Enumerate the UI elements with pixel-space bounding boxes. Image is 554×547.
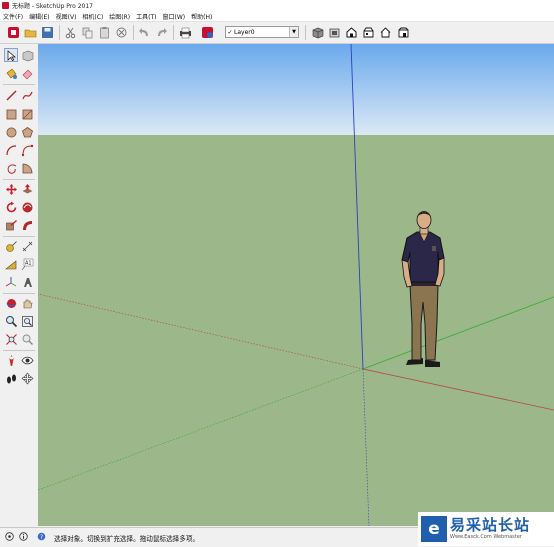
iso-view-icon[interactable]: [310, 25, 324, 39]
tape-measure-icon[interactable]: [4, 239, 18, 253]
help-icon[interactable]: ?: [37, 532, 46, 541]
left-toolbar: A1: [0, 44, 39, 526]
3d-viewport[interactable]: [38, 44, 554, 526]
3d-text-icon[interactable]: [20, 275, 34, 289]
previous-view-icon[interactable]: [20, 332, 34, 346]
new-file-icon[interactable]: [6, 25, 20, 39]
zoom-extents-icon[interactable]: [4, 332, 18, 346]
menu-file[interactable]: 文件(F): [0, 12, 26, 21]
current-layer-check: ✓: [227, 28, 233, 36]
title-bar: 无标题 - SketchUp Pro 2017: [0, 0, 554, 11]
paint-bucket-icon[interactable]: [4, 66, 18, 80]
pan-tool-icon[interactable]: [20, 296, 34, 310]
svg-text:A1: A1: [25, 260, 32, 266]
left-view-icon[interactable]: [396, 25, 410, 39]
freehand-tool-icon[interactable]: [20, 88, 34, 102]
layer-dropdown-arrow-icon[interactable]: ▼: [289, 27, 298, 37]
select-tool-icon[interactable]: [4, 48, 18, 62]
current-layer-name: Layer0: [234, 28, 255, 36]
axes-tool-icon[interactable]: [4, 275, 18, 289]
rotated-rectangle-icon[interactable]: [20, 107, 34, 121]
text-tool-icon[interactable]: A1: [20, 257, 34, 271]
redo-icon[interactable]: [154, 25, 168, 39]
orbit-tool-icon[interactable]: [4, 296, 18, 310]
rectangle-tool-icon[interactable]: [4, 107, 18, 121]
make-component-icon[interactable]: [20, 48, 34, 62]
watermark-title: 易采站长站: [450, 516, 531, 534]
save-icon[interactable]: [40, 25, 54, 39]
dimension-tool-icon[interactable]: [20, 239, 34, 253]
look-around-icon[interactable]: [20, 353, 34, 367]
credits-info-icon[interactable]: [19, 532, 28, 541]
polygon-tool-icon[interactable]: [20, 125, 34, 139]
site-watermark: e 易采站长站 Www.Easck.Com Webmaster: [418, 512, 554, 546]
cut-icon[interactable]: [63, 25, 77, 39]
ground-plane: [38, 135, 554, 526]
status-message: 选择对象。切换到扩充选择。拖动鼠标选择多项。: [54, 535, 200, 543]
menu-edit[interactable]: 编辑(E): [26, 12, 52, 21]
menu-tools[interactable]: 工具(T): [133, 12, 159, 21]
open-folder-icon[interactable]: [23, 25, 37, 39]
line-tool-icon[interactable]: [4, 88, 18, 102]
follow-me-icon[interactable]: [20, 200, 34, 214]
sketchup-app-icon: [2, 2, 9, 9]
menu-help[interactable]: 帮助(H): [188, 12, 215, 21]
move-tool-icon[interactable]: [4, 182, 18, 196]
push-pull-icon[interactable]: [20, 182, 34, 196]
back-view-icon[interactable]: [378, 25, 392, 39]
window-title: 无标题 - SketchUp Pro 2017: [12, 3, 93, 10]
front-view-icon[interactable]: [344, 25, 358, 39]
viewport-canvas[interactable]: [38, 44, 554, 526]
position-camera-icon[interactable]: [4, 353, 18, 367]
two-point-arc-icon[interactable]: [20, 143, 34, 157]
pie-tool-icon[interactable]: [20, 161, 34, 175]
menu-camera[interactable]: 相机(C): [79, 12, 106, 21]
geo-location-icon[interactable]: [5, 532, 14, 541]
zoom-tool-icon[interactable]: [4, 314, 18, 328]
watermark-url: Www.Easck.Com Webmaster: [450, 534, 522, 540]
scale-tool-icon[interactable]: [4, 218, 18, 232]
svg-text:?: ?: [40, 534, 43, 541]
rotate-tool-icon[interactable]: [4, 200, 18, 214]
three-point-arc-icon[interactable]: [4, 161, 18, 175]
offset-tool-icon[interactable]: [20, 218, 34, 232]
menu-bar: 文件(F) 编辑(E) 视图(V) 相机(C) 绘图(R) 工具(T) 窗口(W…: [0, 11, 554, 22]
layer-selector[interactable]: ✓ Layer0 ▼: [225, 26, 299, 38]
top-view-icon[interactable]: [327, 25, 341, 39]
right-view-icon[interactable]: [361, 25, 375, 39]
print-icon[interactable]: [178, 25, 192, 39]
watermark-logo-glyph: e: [428, 519, 440, 539]
menu-window[interactable]: 窗口(W): [160, 12, 189, 21]
circle-tool-icon[interactable]: [4, 125, 18, 139]
protractor-icon[interactable]: [4, 257, 18, 271]
watermark-logo: e: [421, 516, 447, 542]
section-plane-icon[interactable]: [20, 371, 34, 385]
menu-view[interactable]: 视图(V): [53, 12, 80, 21]
paste-icon[interactable]: [97, 25, 111, 39]
model-info-icon[interactable]: [200, 25, 214, 39]
copy-icon[interactable]: [80, 25, 94, 39]
main-toolbar: ✓ Layer0 ▼: [0, 22, 554, 44]
walk-tool-icon[interactable]: [4, 371, 18, 385]
menu-draw[interactable]: 绘图(R): [106, 12, 133, 21]
zoom-window-icon[interactable]: [20, 314, 34, 328]
arc-tool-icon[interactable]: [4, 143, 18, 157]
undo-icon[interactable]: [137, 25, 151, 39]
eraser-icon[interactable]: [20, 66, 34, 80]
sky: [38, 44, 554, 136]
erase-delete-icon[interactable]: [114, 25, 128, 39]
